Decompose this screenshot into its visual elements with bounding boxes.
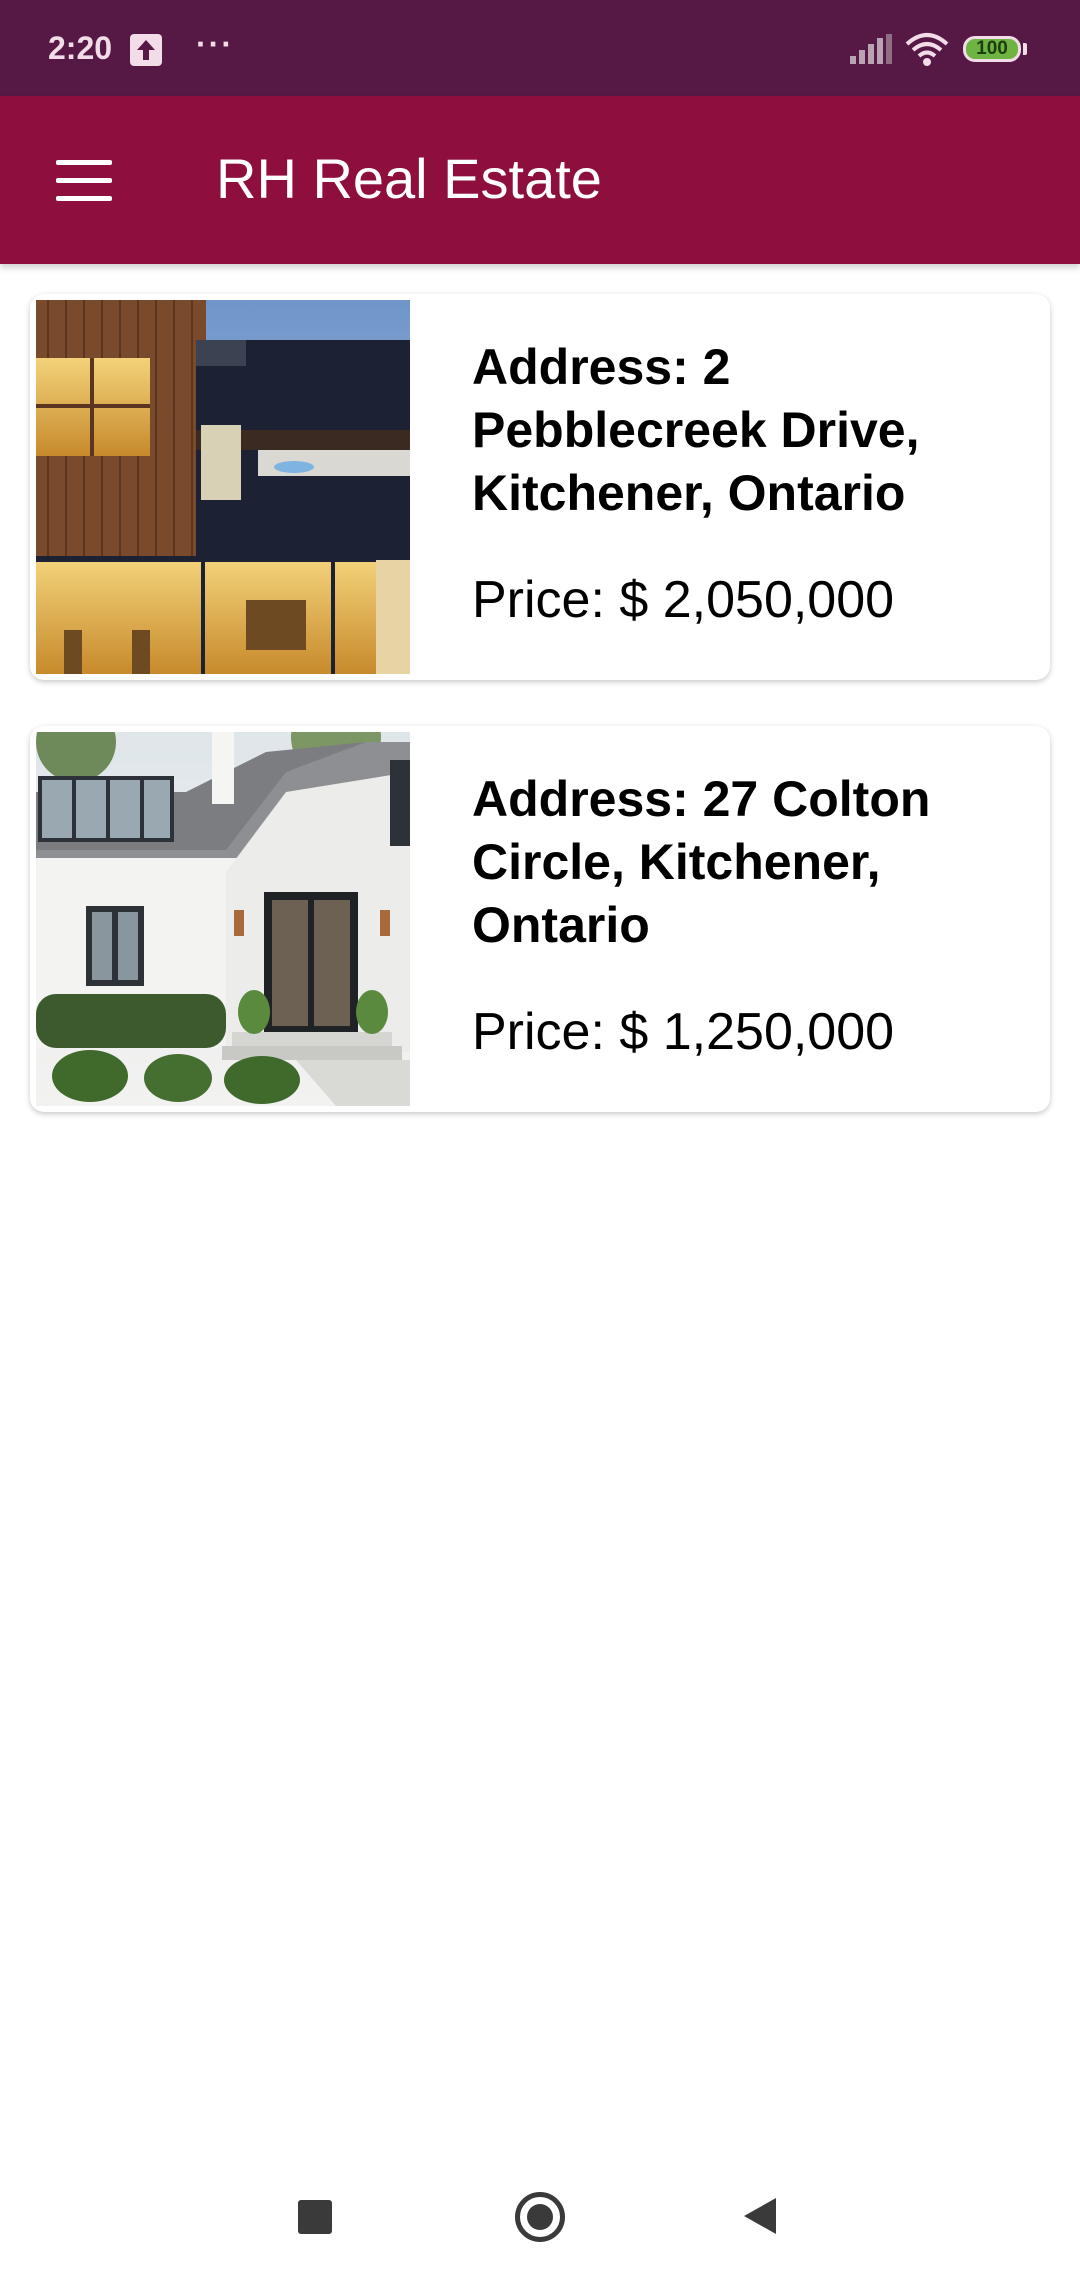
signal-icon — [850, 34, 892, 69]
system-nav-bar — [0, 2168, 1080, 2280]
status-time: 2:20 — [48, 30, 113, 66]
hamburger-menu-icon[interactable] — [40, 136, 128, 224]
listing-price: Price: $ 1,250,000 — [472, 1003, 895, 1061]
status-bar: 2:20 ··· 100 — [0, 0, 1080, 96]
modern-house-photo — [36, 300, 410, 674]
listing-address: Address: 27 Colton Circle, Kitchener, On… — [472, 771, 931, 953]
white-house-photo — [36, 732, 410, 1106]
app-bar: RH Real Estate — [0, 96, 1080, 264]
listing-card[interactable]: Address: 27 Colton Circle, Kitchener, On… — [30, 726, 1050, 1112]
battery-tip — [1023, 43, 1027, 55]
app-title: RH Real Estate — [216, 147, 602, 210]
battery-level: 100 — [976, 38, 1008, 59]
more-notifications-icon: ··· — [196, 26, 234, 62]
battery-icon: 100 — [963, 36, 1021, 62]
back-triangle-icon[interactable] — [742, 2196, 778, 2241]
home-circle-icon[interactable] — [515, 2192, 565, 2242]
listing-card[interactable]: Address: 2 Pebblecreek Drive, Kitchener,… — [30, 294, 1050, 680]
listing-price: Price: $ 2,050,000 — [472, 571, 895, 629]
upload-icon — [130, 34, 162, 66]
recents-square-icon[interactable] — [298, 2200, 332, 2234]
listing-address: Address: 2 Pebblecreek Drive, Kitchener,… — [472, 339, 920, 521]
wifi-icon — [905, 32, 949, 71]
